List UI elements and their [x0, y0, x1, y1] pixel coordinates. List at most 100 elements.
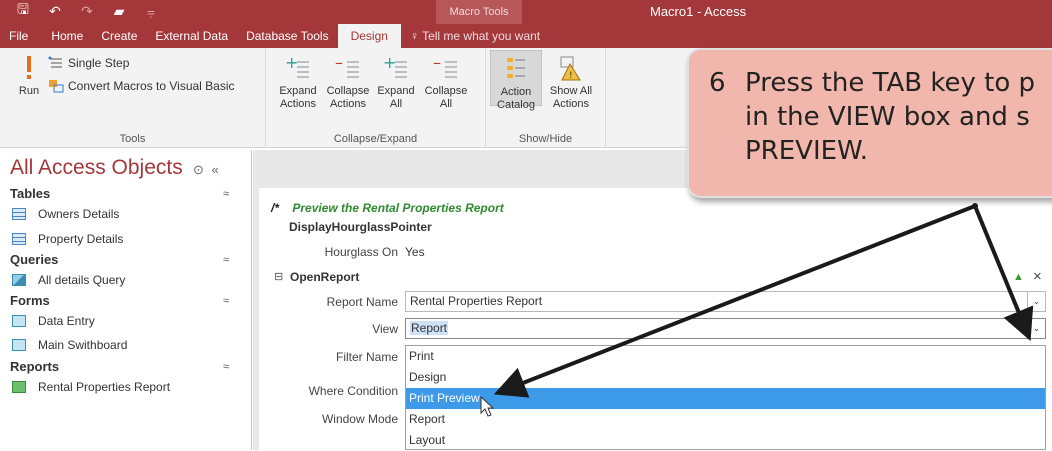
- view-option-design[interactable]: Design: [406, 367, 1045, 388]
- view-option-report[interactable]: Report: [406, 409, 1045, 430]
- ribbon-tabs: File Home Create External Data Database …: [0, 24, 549, 48]
- action-catalog-button[interactable]: Action Catalog: [490, 50, 542, 111]
- lightbulb-icon: ♀: [409, 29, 423, 43]
- quick-access-toolbar: 🖫 ↶ ↷ ▰ ⩦: [0, 0, 160, 22]
- show-hide-group-label: Show/Hide: [518, 133, 573, 145]
- open-icon[interactable]: ▰: [110, 3, 128, 20]
- chevron-down-icon[interactable]: ⌄: [1027, 319, 1045, 338]
- where-condition-label: Where Condition: [308, 384, 398, 398]
- report-name-label: Report Name: [326, 295, 398, 309]
- tab-external-data[interactable]: External Data: [146, 24, 237, 48]
- convert-macros-button[interactable]: Convert Macros to Visual Basic: [48, 79, 235, 93]
- report-name-field[interactable]: Rental Properties Report ⌄: [405, 291, 1046, 312]
- nav-section-reports[interactable]: Reports: [10, 359, 59, 374]
- nav-pane-header[interactable]: All Access Objects: [10, 156, 183, 180]
- save-icon[interactable]: 🖫: [14, 0, 32, 23]
- view-field[interactable]: Report ⌄: [405, 318, 1046, 339]
- expand-actions-icon: +: [285, 54, 309, 78]
- customize-icon[interactable]: ⩦: [142, 3, 160, 20]
- collapse-actions-button[interactable]: – Collapse Actions: [324, 54, 372, 111]
- context-tab-label: Macro Tools: [436, 0, 522, 24]
- query-icon: [12, 274, 26, 286]
- view-option-print[interactable]: Print: [406, 346, 1045, 367]
- redo-icon[interactable]: ↷: [78, 3, 96, 20]
- run-button[interactable]: Run: [14, 54, 44, 98]
- collapse-actions-icon: –: [335, 54, 359, 78]
- collapse-expand-group-label: Collapse/Expand: [333, 133, 418, 145]
- nav-item-all-details-query[interactable]: All details Query: [12, 273, 125, 287]
- callout-line-2: in the VIEW box and s: [745, 102, 1030, 132]
- view-option-layout[interactable]: Layout: [406, 430, 1045, 451]
- svg-text:–: –: [433, 54, 441, 72]
- show-all-actions-icon: !: [560, 56, 581, 81]
- single-step-icon: [48, 56, 62, 68]
- move-up-icon[interactable]: ▲: [1013, 271, 1024, 283]
- collapse-all-icon: –: [433, 54, 457, 78]
- nav-section-queries[interactable]: Queries: [10, 252, 58, 267]
- nav-item-owners-details[interactable]: Owners Details: [12, 207, 119, 221]
- nav-item-property-details[interactable]: Property Details: [12, 232, 123, 246]
- show-all-actions-button[interactable]: ! Show All Actions: [544, 54, 598, 111]
- nav-menu-chevron-icon[interactable]: ⊙: [193, 162, 204, 177]
- nav-item-rental-properties-report[interactable]: Rental Properties Report: [12, 380, 170, 394]
- convert-macros-icon: [49, 80, 64, 93]
- table-icon: [12, 233, 26, 245]
- svg-text:+: +: [383, 54, 396, 72]
- undo-icon[interactable]: ↶: [46, 3, 64, 20]
- nav-item-data-entry[interactable]: Data Entry: [12, 314, 95, 328]
- macro-comment[interactable]: /* Preview the Rental Properties Report: [271, 201, 504, 215]
- callout-line-1: Press the TAB key to p: [745, 68, 1036, 98]
- tools-group: Run Single Step Convert Macros to Visual…: [0, 48, 266, 148]
- callout-line-3: PREVIEW.: [745, 136, 869, 166]
- collapse-all-button[interactable]: – Collapse All: [422, 54, 470, 111]
- title-bar: 🖫 ↶ ↷ ▰ ⩦ Macro Tools Macro1 - Access Fi…: [0, 0, 1052, 48]
- instruction-callout: 6 Press the TAB key to p in the VIEW box …: [687, 48, 1052, 198]
- tools-group-label: Tools: [119, 133, 146, 145]
- svg-text:–: –: [335, 54, 343, 72]
- hourglass-on-label: Hourglass On: [324, 245, 398, 259]
- tab-home[interactable]: Home: [37, 24, 92, 48]
- step-number: 6: [709, 68, 726, 98]
- close-icon[interactable]: ×: [1033, 268, 1042, 285]
- window-title: Macro1 - Access: [650, 4, 747, 19]
- view-dropdown-list: Print Design Print Preview Report Layout: [405, 345, 1046, 450]
- action-catalog-icon: [507, 58, 525, 78]
- svg-text:!: !: [569, 71, 573, 81]
- report-icon: [12, 381, 26, 393]
- expand-all-button[interactable]: + Expand All: [374, 54, 418, 111]
- form-icon: [12, 339, 26, 351]
- collapse-forms-icon[interactable]: ≈: [223, 295, 229, 307]
- tab-file[interactable]: File: [0, 24, 37, 48]
- svg-text:+: +: [285, 54, 298, 72]
- tab-database-tools[interactable]: Database Tools: [237, 24, 338, 48]
- tell-me-box[interactable]: ♀ Tell me what you want: [401, 24, 549, 48]
- hourglass-on-value[interactable]: Yes: [405, 245, 425, 259]
- nav-section-forms[interactable]: Forms: [10, 293, 50, 308]
- nav-item-main-swithboard[interactable]: Main Swithboard: [12, 338, 127, 352]
- collapse-expand-group: + Expand Actions – Collapse Actions + Expa…: [266, 48, 486, 148]
- action-open-report[interactable]: OpenReport: [290, 270, 359, 284]
- chevron-down-icon[interactable]: ⌄: [1027, 292, 1045, 311]
- form-icon: [12, 315, 26, 327]
- window-mode-label: Window Mode: [321, 412, 398, 426]
- expand-actions-button[interactable]: + Expand Actions: [276, 54, 320, 111]
- shutter-bar-icon[interactable]: «: [212, 162, 219, 177]
- expand-all-icon: +: [383, 54, 407, 78]
- collapse-openreport-icon[interactable]: ⊟: [274, 270, 283, 283]
- filter-name-label: Filter Name: [335, 350, 398, 364]
- navigation-pane: All Access Objects ⊙ « Tables ≈ Owners D…: [0, 150, 252, 450]
- tab-create[interactable]: Create: [92, 24, 146, 48]
- run-icon: [27, 56, 31, 79]
- action-display-hourglass[interactable]: DisplayHourglassPointer: [289, 220, 432, 234]
- single-step-button[interactable]: Single Step: [48, 56, 129, 70]
- nav-section-tables[interactable]: Tables: [10, 186, 50, 201]
- table-icon: [12, 208, 26, 220]
- view-option-print-preview[interactable]: Print Preview: [406, 388, 1045, 409]
- collapse-reports-icon[interactable]: ≈: [223, 361, 229, 373]
- mouse-pointer-icon: [480, 396, 494, 417]
- view-label: View: [372, 322, 398, 336]
- show-hide-group: Action Catalog ! Show All Actions Show/Hid…: [486, 48, 606, 148]
- collapse-tables-icon[interactable]: ≈: [223, 188, 229, 200]
- tab-design[interactable]: Design: [337, 24, 401, 48]
- collapse-queries-icon[interactable]: ≈: [223, 254, 229, 266]
